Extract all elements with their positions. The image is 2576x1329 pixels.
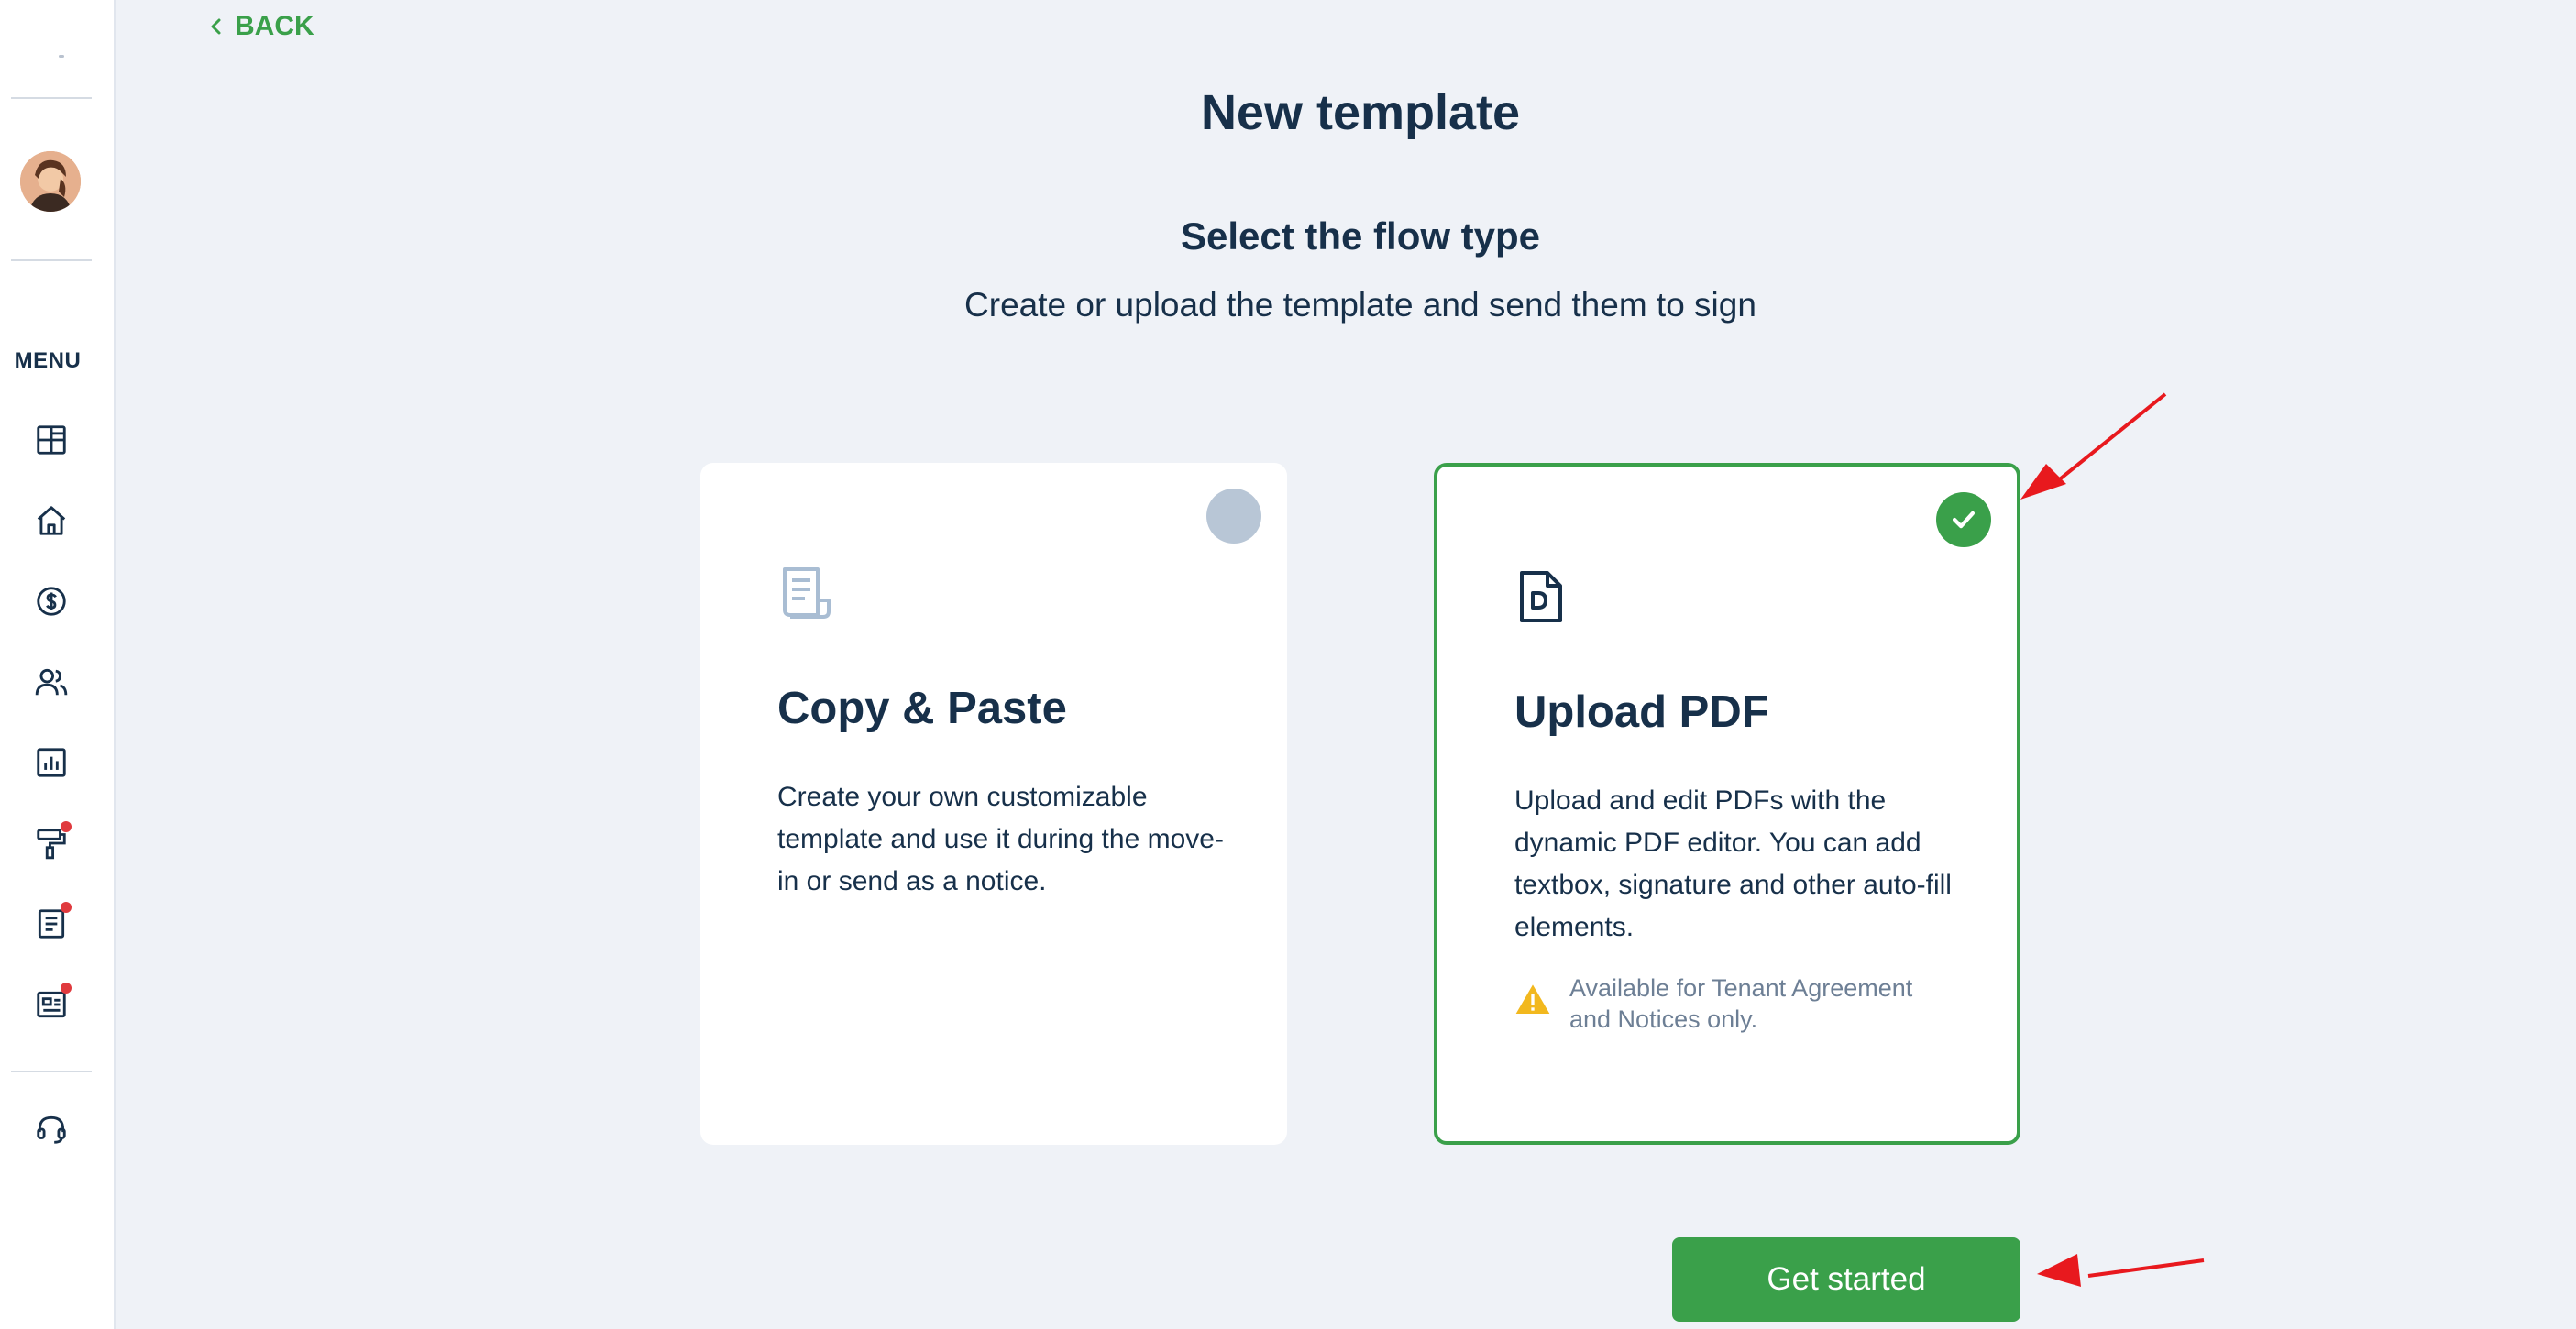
nav-documents[interactable]	[29, 902, 73, 946]
notification-badge	[61, 821, 72, 832]
warning-icon	[1515, 984, 1550, 1014]
flow-option-upload-pdf[interactable]: Upload PDF Upload and edit PDFs with the…	[1434, 463, 2020, 1145]
nav-listings[interactable]	[29, 983, 73, 1027]
nav-payments[interactable]	[29, 579, 73, 623]
page-title: New template	[1200, 85, 1521, 140]
nav-maintenance[interactable]	[29, 821, 73, 865]
reports-icon	[37, 748, 66, 777]
sidebar-divider	[11, 1071, 92, 1072]
nav-reports[interactable]	[29, 741, 73, 785]
nav-support[interactable]	[29, 1107, 73, 1151]
flow-title: Select the flow type	[1180, 214, 1541, 258]
card-title: Upload PDF	[1514, 687, 1769, 737]
document-scroll-icon	[783, 567, 831, 619]
home-icon	[37, 506, 66, 535]
nav-dashboard[interactable]	[29, 418, 73, 462]
card-description: Upload and edit PDFs with the dynamic PD…	[1514, 785, 1952, 942]
nav-tenants[interactable]	[29, 660, 73, 704]
back-label: BACK	[235, 11, 314, 41]
logo	[59, 55, 64, 58]
notification-badge	[61, 902, 72, 913]
pdf-file-icon	[1520, 571, 1562, 622]
card-description: Create your own customizable template an…	[777, 782, 1224, 896]
flow-option-copy-paste[interactable]: Copy & Paste Create your own customizabl…	[700, 463, 1287, 1145]
chevron-left-icon	[211, 18, 221, 35]
dashboard-icon	[37, 425, 66, 455]
availability-note-text: Available for Tenant Agreement and Notic…	[1569, 974, 1913, 1033]
flow-subtitle: Create or upload the template and send t…	[964, 286, 1756, 324]
annotation-arrows	[2020, 392, 2205, 1287]
sidebar-divider	[11, 259, 92, 261]
sidebar: MENU	[0, 0, 116, 1329]
avatar[interactable]	[20, 151, 81, 212]
users-icon	[35, 668, 68, 696]
checkmark-icon	[1952, 511, 1976, 529]
nav-home[interactable]	[29, 499, 73, 543]
back-link[interactable]: BACK	[207, 11, 314, 42]
annotation-arrow-icon	[2020, 392, 2167, 500]
radio-unselected[interactable]	[1206, 489, 1261, 544]
get-started-button[interactable]: Get started	[1672, 1237, 2020, 1322]
availability-note: Available for Tenant Agreement and Notic…	[1514, 972, 1954, 1035]
headset-icon	[37, 1115, 66, 1144]
sidebar-divider	[11, 97, 92, 99]
dollar-icon	[37, 587, 66, 616]
notification-badge	[61, 983, 72, 994]
menu-label: MENU	[14, 348, 82, 373]
card-title: Copy & Paste	[777, 684, 1067, 733]
radio-selected[interactable]	[1936, 492, 1991, 547]
annotation-arrow-icon	[2037, 1254, 2205, 1287]
